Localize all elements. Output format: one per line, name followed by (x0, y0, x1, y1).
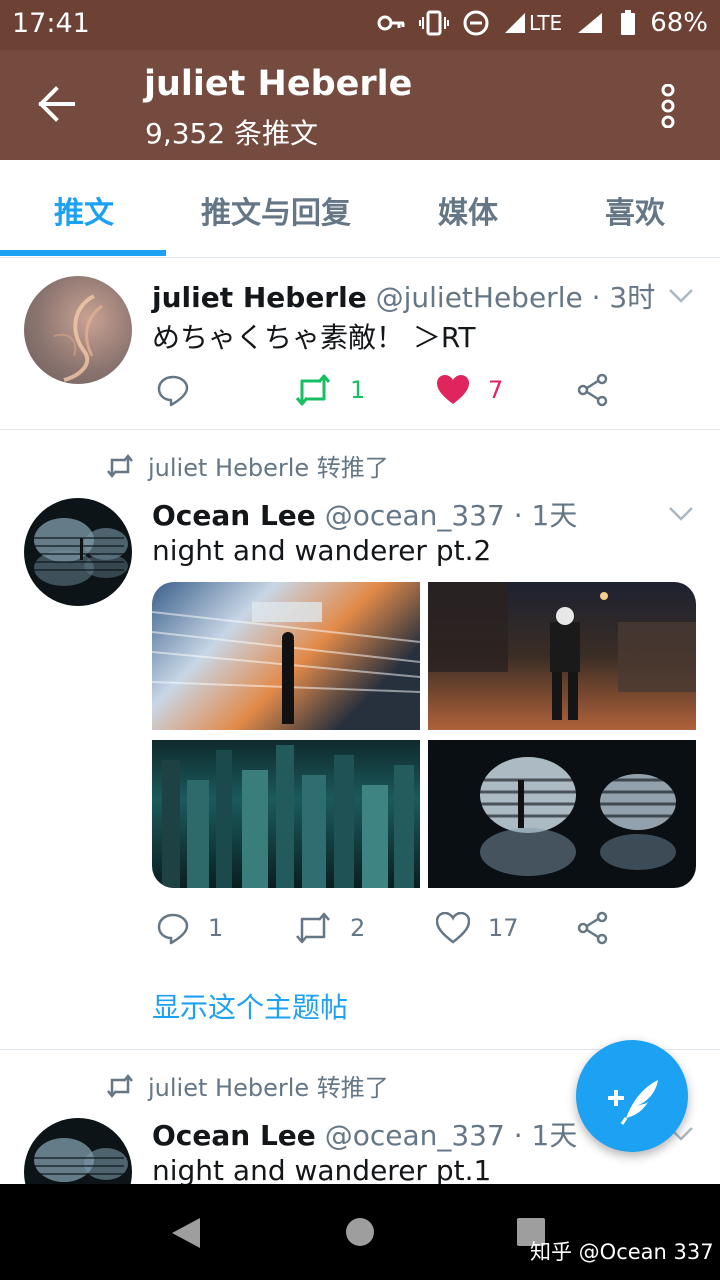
profile-header: juliet Heberle 9,352 条推文 (0, 50, 720, 160)
like-count: 17 (488, 914, 519, 942)
media-photo[interactable] (152, 582, 421, 730)
signal-icon (504, 13, 525, 33)
tab-media[interactable]: 媒体 (438, 188, 498, 232)
heart-filled-icon (437, 375, 469, 404)
like-count: 7 (488, 376, 504, 404)
retweet-small-icon (107, 1073, 133, 1098)
tweet-text: めちゃくちゃ素敵！ ＞RT (152, 321, 476, 354)
avatar[interactable] (24, 276, 132, 384)
retweet-small-icon (107, 453, 133, 478)
author-handle-time: @ocean_337 · 1天 (324, 1119, 578, 1152)
retweet-count: 1 (350, 376, 366, 404)
status-time: 17:41 (12, 8, 90, 39)
show-thread-link[interactable]: 显示这个主题帖 (152, 986, 348, 1026)
retweet-context-label: juliet Heberle 转推了 (148, 1074, 389, 1102)
retweet-count: 2 (350, 914, 366, 942)
watermark: 知乎 @Ocean 337 (530, 1240, 714, 1264)
media-photo[interactable] (428, 740, 696, 888)
do-not-disturb-icon (463, 10, 489, 36)
signal-icon-2 (578, 13, 603, 33)
compose-tweet-button[interactable] (576, 1040, 688, 1152)
like-button[interactable]: 7 (436, 370, 503, 410)
author-handle-time: @ocean_337 · 1天 (324, 499, 578, 532)
tweet[interactable]: juliet Heberle @julietHeberle · 3时 めちゃくち… (0, 258, 720, 430)
chevron-down-icon[interactable] (668, 288, 694, 304)
retweet-context-label: juliet Heberle 转推了 (148, 454, 389, 482)
media-photo[interactable] (428, 582, 696, 730)
avatar[interactable] (24, 1118, 132, 1184)
media-grid (152, 582, 696, 888)
tweet-header: Ocean Lee @ocean_337 · 1天 (152, 494, 577, 534)
author-name[interactable]: Ocean Lee (152, 1119, 316, 1152)
nav-back-icon[interactable] (170, 1216, 202, 1250)
tab-likes[interactable]: 喜欢 (605, 188, 665, 232)
tab-tweets[interactable]: 推文 (54, 188, 114, 232)
back-arrow-icon[interactable] (36, 84, 76, 124)
tab-tweets-and-replies[interactable]: 推文与回复 (201, 188, 351, 232)
heart-outline-icon (436, 912, 470, 944)
like-button[interactable]: 17 (436, 908, 519, 948)
tweet-actions: 1 7 (152, 370, 632, 410)
nav-home-icon[interactable] (345, 1217, 375, 1247)
reply-count: 1 (208, 914, 224, 942)
retweet-context: juliet Heberle 转推了 (106, 448, 389, 483)
share-icon (577, 373, 608, 407)
reply-icon (157, 913, 189, 945)
tweet-actions: 1 2 17 (152, 908, 632, 948)
author-name[interactable]: juliet Heberle (152, 281, 367, 314)
tweet[interactable]: juliet Heberle 转推了 Ocean Lee @ocean_337 … (0, 430, 720, 1050)
profile-tabs: 推文 推文与回复 媒体 喜欢 (0, 160, 720, 258)
network-type: LTE (528, 11, 563, 35)
share-button[interactable] (576, 370, 610, 410)
share-button[interactable] (576, 908, 610, 948)
profile-title: juliet Heberle (144, 64, 413, 104)
battery-percent: 68% (650, 8, 708, 38)
retweet-button[interactable]: 2 (294, 908, 365, 948)
compose-feather-icon (608, 1080, 658, 1125)
retweet-icon (295, 374, 331, 406)
more-options-icon[interactable] (657, 84, 679, 128)
retweet-button[interactable]: 1 (294, 370, 365, 410)
tweet-header: Ocean Lee @ocean_337 · 1天 (152, 1114, 577, 1154)
media-photo[interactable] (152, 740, 420, 888)
share-icon (577, 911, 608, 945)
retweet-context: juliet Heberle 转推了 (106, 1068, 389, 1103)
chevron-down-icon[interactable] (668, 506, 694, 522)
reply-icon (157, 375, 189, 407)
author-name[interactable]: Ocean Lee (152, 499, 316, 532)
tweet-text: night and wanderer pt.2 (152, 534, 492, 567)
tweet-count: 9,352 条推文 (145, 117, 319, 150)
tweet-header: juliet Heberle @julietHeberle · 3时 (152, 276, 655, 316)
active-tab-indicator (0, 250, 166, 256)
vibrate-icon (418, 10, 449, 36)
avatar[interactable] (24, 498, 132, 606)
reply-button[interactable]: 1 (156, 908, 223, 948)
status-bar: 17:41 LTE 68% (0, 0, 720, 50)
tweet-text: night and wanderer pt.1 (152, 1154, 492, 1184)
battery-icon (621, 10, 636, 35)
author-handle-time: @julietHeberle · 3时 (375, 281, 656, 314)
key-icon (377, 15, 405, 31)
reply-button[interactable] (156, 370, 190, 410)
retweet-icon (296, 912, 330, 944)
